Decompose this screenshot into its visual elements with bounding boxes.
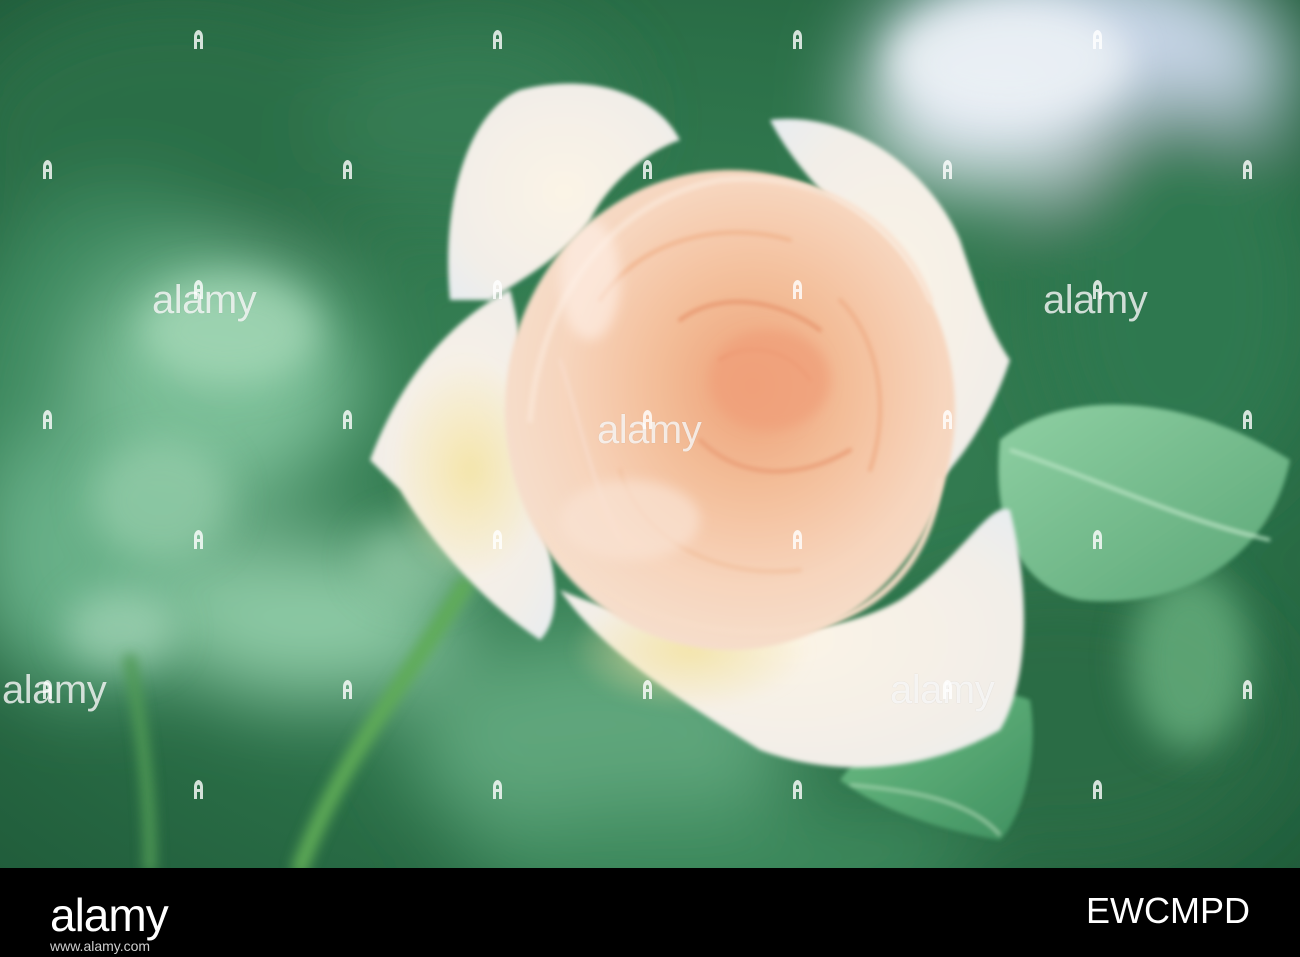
alamy-a-mark-icon <box>1243 160 1252 179</box>
alamy-a-mark-icon <box>343 410 352 429</box>
alamy-a-mark-icon <box>194 530 203 549</box>
alamy-a-mark-icon <box>1093 30 1102 49</box>
alamy-a-mark-icon <box>343 680 352 699</box>
alamy-a-mark-icon <box>1093 780 1102 799</box>
alamy-a-mark-icon <box>943 160 952 179</box>
alamy-a-mark-icon <box>643 410 652 429</box>
alamy-a-mark-icon <box>1093 280 1102 299</box>
alamy-a-mark-icon <box>1093 530 1102 549</box>
alamy-url: www.alamy.com <box>50 938 151 954</box>
alamy-a-mark-icon <box>43 410 52 429</box>
alamy-a-mark-icon <box>194 30 203 49</box>
alamy-a-mark-icon <box>493 280 502 299</box>
alamy-logo: alamy <box>50 889 169 941</box>
image-id: EWCMPD <box>1086 890 1250 931</box>
alamy-a-mark-icon <box>793 280 802 299</box>
alamy-a-mark-icon <box>943 410 952 429</box>
alamy-a-mark-icon <box>194 280 203 299</box>
rose-photo: alamy alamy alamy alamy alamy <box>0 0 1300 868</box>
alamy-a-mark-icon <box>793 30 802 49</box>
alamy-a-mark-icon <box>493 780 502 799</box>
alamy-a-mark-icon <box>43 160 52 179</box>
alamy-a-mark-icon <box>1243 410 1252 429</box>
alamy-a-mark-icon <box>943 680 952 699</box>
alamy-a-mark-icon <box>194 780 203 799</box>
alamy-a-mark-icon <box>1243 680 1252 699</box>
footer-bar: alamy EWCMPD www.alamy.com <box>0 868 1300 957</box>
alamy-a-mark-icon <box>793 780 802 799</box>
watermark-text: alamy <box>2 668 107 712</box>
alamy-a-mark-icon <box>643 680 652 699</box>
alamy-a-mark-icon <box>493 530 502 549</box>
alamy-a-mark-icon <box>43 680 52 699</box>
alamy-a-mark-icon <box>643 160 652 179</box>
stock-photo-viewer: alamy alamy alamy alamy alamy alamy EWCM… <box>0 0 1300 957</box>
alamy-a-mark-icon <box>493 30 502 49</box>
alamy-a-mark-icon <box>793 530 802 549</box>
alamy-a-mark-icon <box>343 160 352 179</box>
